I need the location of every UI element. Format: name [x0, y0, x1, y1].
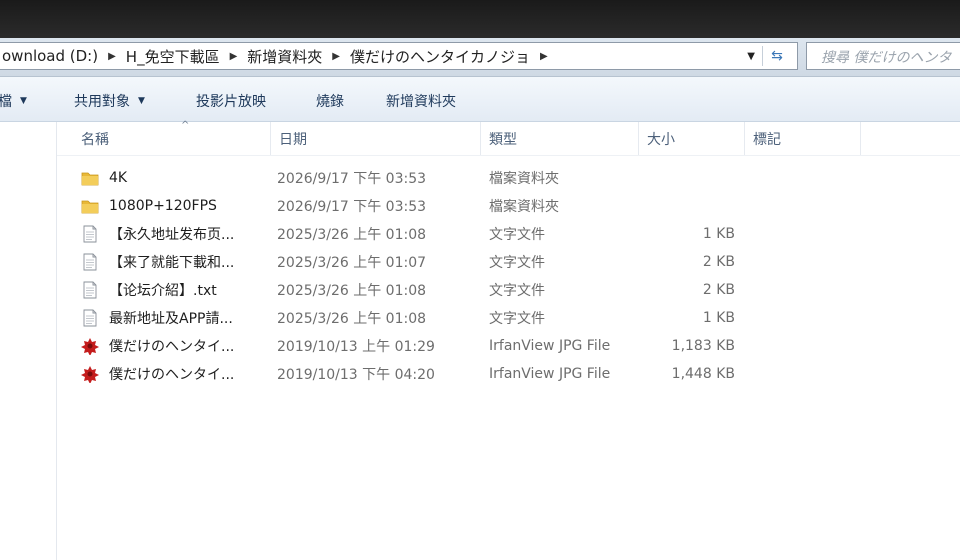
file-type: 檔案資料夾	[489, 171, 559, 187]
file-row[interactable]: 【永久地址发布页... 2025/3/26 上午 01:08 文字文件 1 KB	[57, 220, 960, 248]
file-date: 2025/3/26 上午 01:07	[277, 255, 427, 271]
file-name: 【永久地址发布页...	[109, 227, 235, 243]
chevron-down-icon: ▼	[20, 96, 27, 106]
text-file-icon	[81, 253, 99, 271]
folder-icon	[81, 169, 99, 187]
burn-button[interactable]: 燒錄	[316, 91, 344, 111]
column-date-label: 日期	[279, 131, 307, 148]
file-type: 文字文件	[489, 255, 545, 271]
file-size: 1,448 KB	[671, 366, 735, 382]
file-name: 僕だけのヘンタイ...	[109, 367, 235, 383]
file-size: 1 KB	[702, 226, 735, 242]
column-tags-label: 標記	[753, 131, 781, 148]
breadcrumb-label: ownload (D:)	[2, 47, 99, 65]
share-label: 共用對象	[74, 94, 130, 110]
chevron-right-icon[interactable]: ▶	[534, 51, 550, 62]
irfanview-image-icon	[81, 337, 99, 355]
file-row[interactable]: 4K 2026/9/17 下午 03:53 檔案資料夾	[57, 164, 960, 192]
file-type: 文字文件	[489, 283, 545, 299]
file-row[interactable]: 1080P+120FPS 2026/9/17 下午 03:53 檔案資料夾	[57, 192, 960, 220]
search-placeholder: 搜尋 僕だけのヘンタ	[821, 50, 952, 66]
file-date: 2026/9/17 下午 03:53	[277, 199, 427, 215]
navigation-pane[interactable]	[0, 122, 57, 560]
file-name: 4K	[109, 170, 128, 186]
file-size: 2 KB	[702, 282, 735, 298]
file-size: 1,183 KB	[671, 338, 735, 354]
breadcrumb-folder-1[interactable]: H_免空下載區 ▶	[118, 46, 239, 67]
file-date: 2025/3/26 上午 01:08	[277, 311, 427, 327]
file-row[interactable]: 【论坛介紹】.txt 2025/3/26 上午 01:08 文字文件 2 KB	[57, 276, 960, 304]
file-row[interactable]: 【来了就能下載和... 2025/3/26 上午 01:07 文字文件 2 KB	[57, 248, 960, 276]
file-size: 2 KB	[702, 254, 735, 270]
breadcrumb-label: H_免空下載區	[125, 47, 220, 66]
file-date: 2019/10/13 下午 04:20	[277, 367, 435, 383]
file-type: 檔案資料夾	[489, 199, 559, 215]
organize-label: 檔	[0, 94, 12, 110]
file-name: 僕だけのヘンタイ...	[109, 339, 235, 355]
text-file-icon	[81, 309, 99, 327]
breadcrumb[interactable]: ownload (D:) ▶ H_免空下載區 ▶ 新增資料夾 ▶ 僕だけのヘンタ…	[0, 42, 798, 70]
sort-ascending-icon: ^	[181, 120, 190, 131]
file-name: 1080P+120FPS	[109, 198, 217, 214]
column-header-row: 名稱 ^ 日期 類型 大小 標記	[57, 120, 960, 156]
file-size	[647, 164, 735, 192]
chevron-right-icon[interactable]: ▶	[224, 51, 240, 62]
chevron-right-icon[interactable]: ▶	[326, 51, 342, 62]
column-header-tags[interactable]: 標記	[745, 122, 861, 155]
column-name-label: 名稱	[81, 131, 109, 148]
file-row[interactable]: 僕だけのヘンタイ... 2019/10/13 下午 04:20 IrfanView …	[57, 360, 960, 388]
new-folder-button[interactable]: 新增資料夾	[386, 91, 456, 111]
burn-label: 燒錄	[316, 94, 344, 110]
organize-button[interactable]: 檔 ▼	[0, 91, 27, 111]
chevron-down-icon: ▼	[138, 96, 145, 106]
breadcrumb-label: 僕だけのヘンタイカノジョ	[350, 47, 531, 66]
search-input[interactable]: 搜尋 僕だけのヘンタ	[806, 42, 960, 70]
folder-icon	[81, 197, 99, 215]
column-type-label: 類型	[489, 131, 517, 148]
file-type: 文字文件	[489, 227, 545, 243]
file-date: 2026/9/17 下午 03:53	[277, 171, 427, 187]
refresh-icon[interactable]: ⇆	[762, 46, 791, 66]
file-size	[647, 192, 735, 220]
column-header-name[interactable]: 名稱 ^	[73, 120, 271, 155]
file-row[interactable]: 僕だけのヘンタイ... 2019/10/13 上午 01:29 IrfanView …	[57, 332, 960, 360]
file-name: 【来了就能下載和...	[109, 255, 235, 271]
file-type: IrfanView JPG File	[489, 338, 611, 354]
file-date: 2025/3/26 上午 01:08	[277, 227, 427, 243]
address-dropdown-icon[interactable]: ▼	[747, 51, 755, 62]
file-name: 【论坛介紹】.txt	[109, 283, 217, 299]
irfanview-image-icon	[81, 365, 99, 383]
chevron-right-icon[interactable]: ▶	[102, 51, 118, 62]
text-file-icon	[81, 281, 99, 299]
breadcrumb-folder-3[interactable]: 僕だけのヘンタイカノジョ ▶	[342, 46, 550, 67]
text-file-icon	[81, 225, 99, 243]
file-row[interactable]: 最新地址及APP請... 2025/3/26 上午 01:08 文字文件 1 KB	[57, 304, 960, 332]
file-date: 2019/10/13 上午 01:29	[277, 339, 435, 355]
breadcrumb-folder-2[interactable]: 新增資料夾 ▶	[239, 46, 342, 67]
breadcrumb-drive[interactable]: ownload (D:) ▶	[0, 47, 118, 65]
window-titlebar	[0, 0, 960, 38]
command-toolbar: 檔 ▼ 共用對象 ▼ 投影片放映 燒錄 新增資料夾	[0, 77, 960, 122]
file-name: 最新地址及APP請...	[109, 311, 233, 327]
column-header-type[interactable]: 類型	[481, 122, 639, 155]
file-type: IrfanView JPG File	[489, 366, 611, 382]
address-bar-area: ownload (D:) ▶ H_免空下載區 ▶ 新增資料夾 ▶ 僕だけのヘンタ…	[0, 38, 960, 77]
column-header-size[interactable]: 大小	[639, 122, 745, 155]
file-date: 2025/3/26 上午 01:08	[277, 283, 427, 299]
breadcrumb-label: 新增資料夾	[247, 47, 323, 66]
slideshow-button[interactable]: 投影片放映	[196, 91, 266, 111]
file-size: 1 KB	[702, 310, 735, 326]
file-type: 文字文件	[489, 311, 545, 327]
share-with-button[interactable]: 共用對象 ▼	[74, 91, 145, 111]
column-size-label: 大小	[647, 131, 675, 148]
slideshow-label: 投影片放映	[196, 94, 266, 110]
column-header-date[interactable]: 日期	[271, 122, 481, 155]
new-folder-label: 新增資料夾	[386, 94, 456, 110]
